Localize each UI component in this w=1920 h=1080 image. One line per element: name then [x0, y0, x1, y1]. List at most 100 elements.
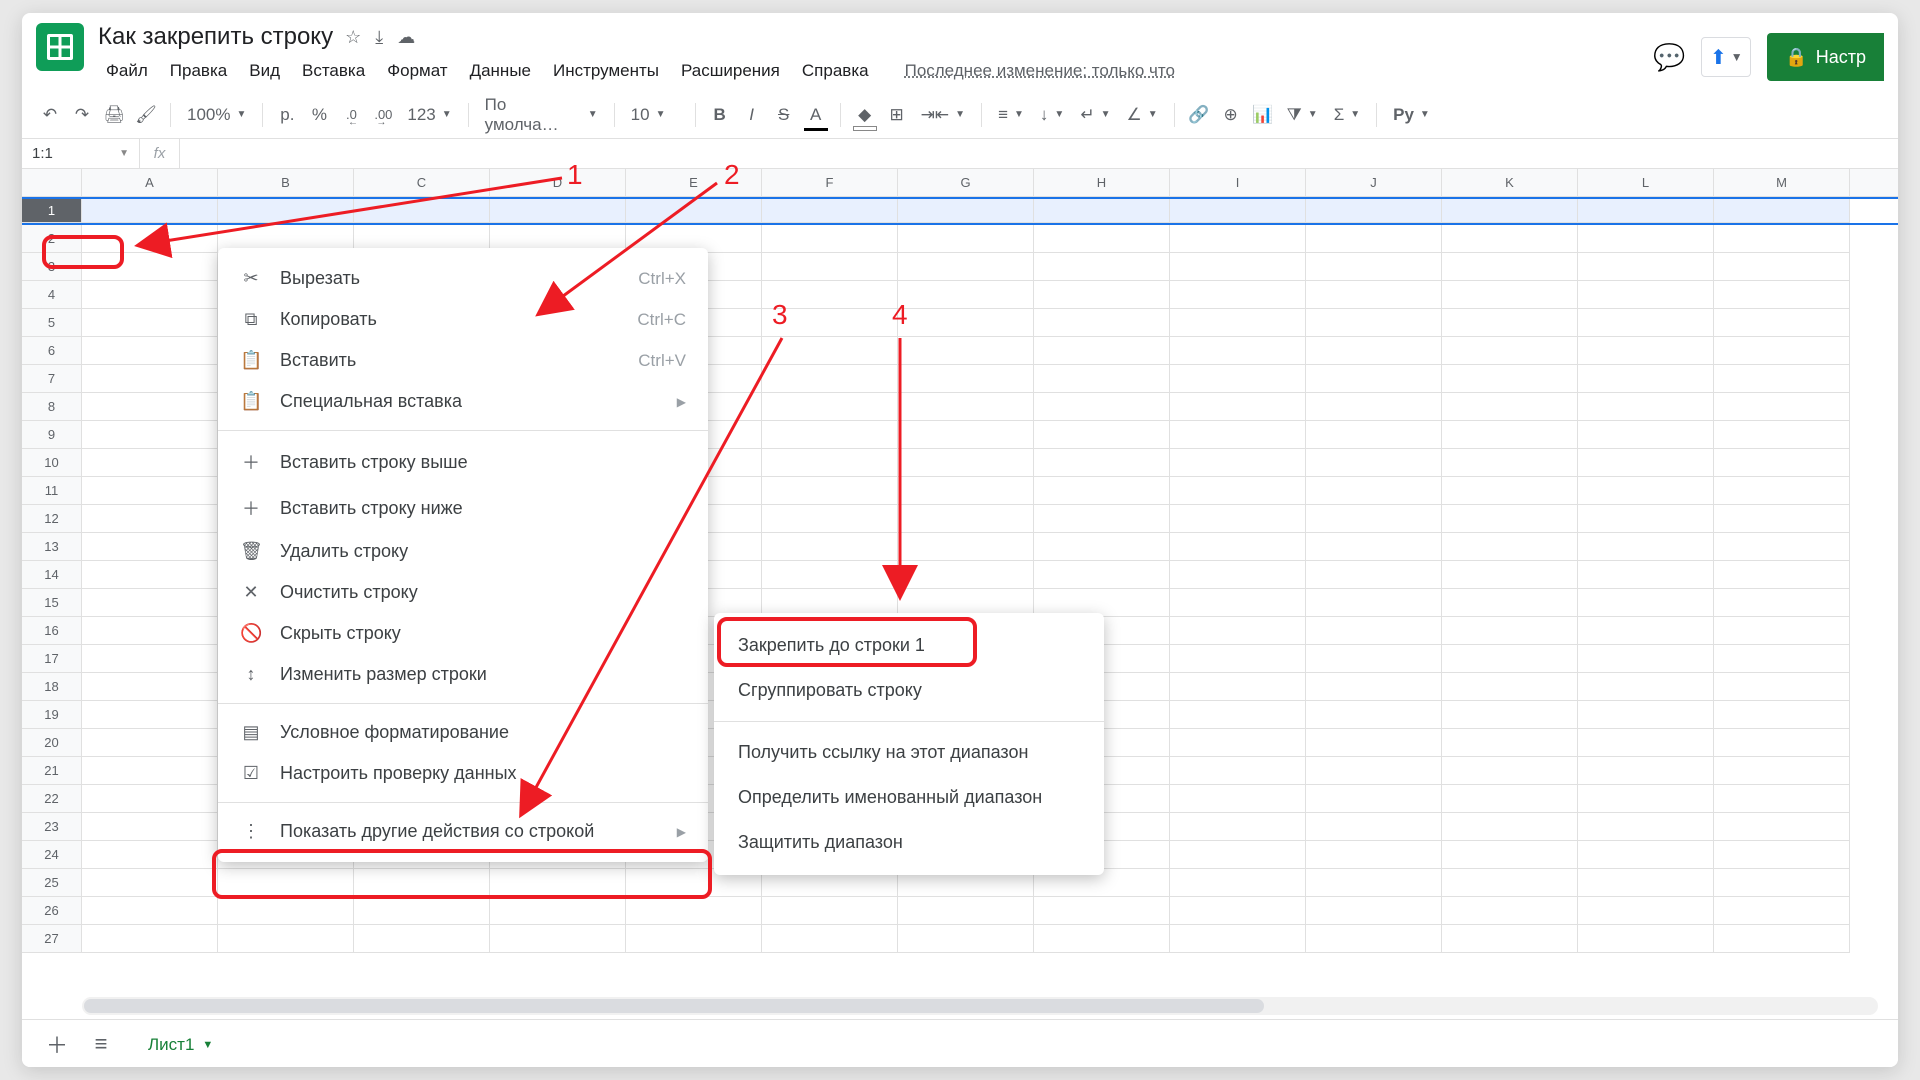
cell[interactable]	[1714, 477, 1850, 505]
cell[interactable]	[1714, 729, 1850, 757]
row-header-26[interactable]: 26	[22, 897, 82, 925]
cell[interactable]	[1034, 533, 1170, 561]
cell[interactable]	[1306, 897, 1442, 925]
cell[interactable]	[1442, 925, 1578, 953]
cell[interactable]	[1442, 393, 1578, 421]
cell[interactable]	[1714, 421, 1850, 449]
ctx-get-link[interactable]: Получить ссылку на этот диапазон	[714, 730, 1104, 775]
cell[interactable]	[490, 897, 626, 925]
row-header-9[interactable]: 9	[22, 421, 82, 449]
column-header-K[interactable]: K	[1442, 169, 1578, 196]
last-edit-link[interactable]: Последнее изменение: только что	[897, 57, 1183, 85]
percent-button[interactable]: %	[305, 101, 333, 129]
cell[interactable]	[82, 785, 218, 813]
cell[interactable]	[1442, 253, 1578, 281]
cell[interactable]	[1034, 309, 1170, 337]
row-header-5[interactable]: 5	[22, 309, 82, 337]
cell[interactable]	[1306, 617, 1442, 645]
cell[interactable]	[1714, 393, 1850, 421]
cell[interactable]	[82, 309, 218, 337]
cell[interactable]	[1442, 841, 1578, 869]
cell[interactable]	[1578, 617, 1714, 645]
ctx-delete-row[interactable]: 🗑Удалить строку	[218, 531, 708, 572]
add-sheet-button[interactable]: ＋	[42, 1028, 72, 1060]
cell[interactable]	[762, 309, 898, 337]
cell[interactable]	[1034, 897, 1170, 925]
cell[interactable]	[1306, 925, 1442, 953]
cell[interactable]	[1306, 673, 1442, 701]
cell[interactable]	[1034, 505, 1170, 533]
link-button[interactable]: 🔗	[1185, 101, 1213, 129]
cell[interactable]	[1442, 617, 1578, 645]
doc-title[interactable]: Как закрепить строку	[98, 23, 333, 51]
cell[interactable]	[898, 449, 1034, 477]
cell[interactable]	[1714, 897, 1850, 925]
cell[interactable]	[82, 701, 218, 729]
cell[interactable]	[1578, 421, 1714, 449]
cell[interactable]	[1714, 589, 1850, 617]
cell[interactable]	[1578, 533, 1714, 561]
cell[interactable]	[1306, 813, 1442, 841]
cell[interactable]	[1714, 449, 1850, 477]
cell[interactable]	[1578, 365, 1714, 393]
cell[interactable]	[1034, 561, 1170, 589]
wrap-dropdown[interactable]: ↵▼	[1074, 105, 1116, 125]
cell[interactable]	[1442, 505, 1578, 533]
cell[interactable]	[1170, 757, 1306, 785]
cell[interactable]	[1442, 785, 1578, 813]
column-header-G[interactable]: G	[898, 169, 1034, 196]
undo-button[interactable]: ↶	[36, 101, 64, 129]
scrollbar-thumb[interactable]	[84, 999, 1264, 1013]
cell[interactable]	[898, 365, 1034, 393]
ctx-copy[interactable]: ⧉КопироватьCtrl+C	[218, 299, 708, 340]
cell[interactable]	[1714, 757, 1850, 785]
chart-button[interactable]: 📊	[1249, 101, 1277, 129]
cell[interactable]	[898, 225, 1034, 253]
row-header-24[interactable]: 24	[22, 841, 82, 869]
functions-dropdown[interactable]: Σ▼	[1328, 105, 1366, 125]
row-header-11[interactable]: 11	[22, 477, 82, 505]
cell[interactable]	[1306, 309, 1442, 337]
cell[interactable]	[1306, 365, 1442, 393]
h-align-dropdown[interactable]: ≡▼	[992, 105, 1030, 125]
column-header-A[interactable]: A	[82, 169, 218, 196]
cell[interactable]	[1442, 225, 1578, 253]
cell[interactable]	[1306, 477, 1442, 505]
cell[interactable]	[1170, 199, 1306, 223]
cell[interactable]	[82, 729, 218, 757]
cell[interactable]	[898, 925, 1034, 953]
row-header-21[interactable]: 21	[22, 757, 82, 785]
cell[interactable]	[762, 449, 898, 477]
cell[interactable]	[1170, 533, 1306, 561]
cell[interactable]	[1714, 617, 1850, 645]
column-header-C[interactable]: C	[354, 169, 490, 196]
cell[interactable]	[1578, 729, 1714, 757]
column-header-L[interactable]: L	[1578, 169, 1714, 196]
cell[interactable]	[1578, 253, 1714, 281]
cell[interactable]	[626, 199, 762, 223]
menu-tools[interactable]: Инструменты	[545, 57, 667, 85]
cell[interactable]	[82, 449, 218, 477]
cell[interactable]	[1306, 701, 1442, 729]
cell[interactable]	[82, 281, 218, 309]
move-icon[interactable]: ⤓	[375, 27, 383, 48]
column-header-M[interactable]: M	[1714, 169, 1850, 196]
cell[interactable]	[1306, 449, 1442, 477]
cell[interactable]	[898, 393, 1034, 421]
ctx-cond-format[interactable]: ▤Условное форматирование	[218, 712, 708, 753]
cell[interactable]	[1442, 533, 1578, 561]
cell[interactable]	[1578, 785, 1714, 813]
cell[interactable]	[1442, 869, 1578, 897]
cell[interactable]	[1714, 225, 1850, 253]
paint-format-button[interactable]: 🖌	[132, 101, 160, 129]
cell[interactable]	[1714, 813, 1850, 841]
cell[interactable]	[1714, 841, 1850, 869]
ctx-named-range[interactable]: Определить именованный диапазон	[714, 775, 1104, 820]
cell[interactable]	[898, 199, 1034, 223]
bold-button[interactable]: B	[706, 101, 734, 129]
menu-file[interactable]: Файл	[98, 57, 156, 85]
v-align-dropdown[interactable]: ↓▼	[1034, 105, 1070, 125]
row-header-19[interactable]: 19	[22, 701, 82, 729]
cell[interactable]	[490, 199, 626, 223]
cell[interactable]	[1034, 393, 1170, 421]
